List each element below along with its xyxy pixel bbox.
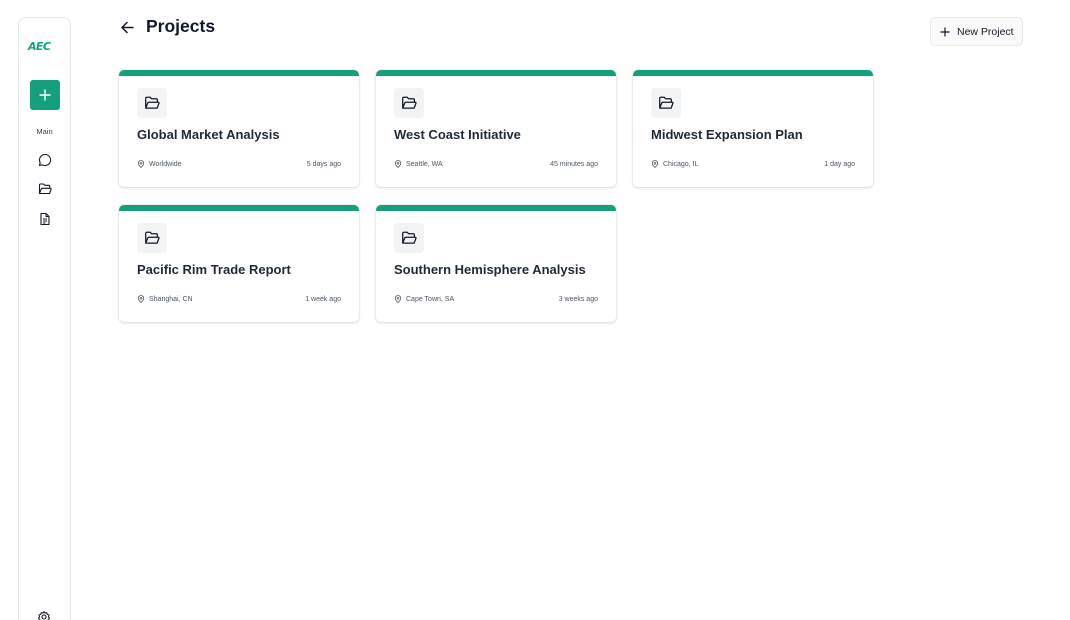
card-accent-bar bbox=[119, 70, 359, 76]
project-card[interactable]: Pacific Rim Trade Report Shanghai, CN 1 … bbox=[119, 205, 359, 322]
project-card[interactable]: West Coast Initiative Seattle, WA 45 min… bbox=[376, 70, 616, 187]
project-title: Southern Hemisphere Analysis bbox=[394, 262, 586, 277]
card-accent-bar bbox=[376, 70, 616, 76]
project-card[interactable]: Global Market Analysis Worldwide 5 days … bbox=[119, 70, 359, 187]
map-pin-icon bbox=[137, 295, 145, 303]
sidebar-item-projects[interactable] bbox=[37, 181, 53, 197]
new-project-button[interactable]: New Project bbox=[930, 17, 1023, 46]
folder-open-icon bbox=[38, 183, 52, 195]
project-folder-icon-box bbox=[137, 88, 167, 118]
back-button[interactable] bbox=[119, 19, 136, 36]
folder-open-icon bbox=[145, 231, 160, 244]
project-updated: 5 days ago bbox=[306, 160, 341, 168]
project-card[interactable]: Midwest Expansion Plan Chicago, IL 1 day… bbox=[633, 70, 873, 187]
map-pin-icon bbox=[651, 160, 659, 168]
map-pin-icon bbox=[137, 160, 145, 168]
project-card[interactable]: Southern Hemisphere Analysis Cape Town, … bbox=[376, 205, 616, 322]
project-updated: 3 weeks ago bbox=[558, 295, 598, 303]
chat-icon bbox=[38, 153, 52, 167]
project-folder-icon-box bbox=[651, 88, 681, 118]
project-updated: 1 week ago bbox=[305, 295, 341, 303]
project-meta: Seattle, WA 45 minutes ago bbox=[394, 160, 598, 168]
map-pin-icon bbox=[394, 295, 402, 303]
folder-open-icon bbox=[659, 96, 674, 109]
card-accent-bar bbox=[119, 205, 359, 211]
project-updated: 1 day ago bbox=[824, 160, 855, 168]
project-title: West Coast Initiative bbox=[394, 127, 521, 142]
page-title: Projects bbox=[146, 16, 216, 36]
project-title: Global Market Analysis bbox=[137, 127, 280, 142]
map-pin-icon bbox=[394, 160, 402, 168]
project-meta: Shanghai, CN 1 week ago bbox=[137, 295, 341, 303]
plus-icon bbox=[940, 26, 950, 37]
settings-button[interactable] bbox=[37, 610, 53, 620]
project-meta: Worldwide 5 days ago bbox=[137, 160, 341, 168]
project-location: Worldwide bbox=[137, 160, 182, 168]
project-location-text: Cape Town, SA bbox=[406, 295, 455, 303]
project-location-text: Worldwide bbox=[149, 160, 182, 168]
project-folder-icon-box bbox=[394, 223, 424, 253]
project-location: Seattle, WA bbox=[394, 160, 443, 168]
folder-open-icon bbox=[402, 96, 417, 109]
project-updated: 45 minutes ago bbox=[550, 160, 598, 168]
sidebar-item-chat[interactable] bbox=[37, 152, 53, 168]
sidebar-item-documents[interactable] bbox=[37, 211, 53, 227]
project-folder-icon-box bbox=[394, 88, 424, 118]
project-folder-icon-box bbox=[137, 223, 167, 253]
project-location-text: Shanghai, CN bbox=[149, 295, 193, 303]
project-location-text: Chicago, IL bbox=[663, 160, 699, 168]
project-title: Pacific Rim Trade Report bbox=[137, 262, 291, 277]
gear-icon bbox=[37, 611, 51, 620]
plus-icon bbox=[39, 89, 51, 101]
project-meta: Cape Town, SA 3 weeks ago bbox=[394, 295, 598, 303]
new-project-label: New Project bbox=[957, 25, 1014, 38]
folder-open-icon bbox=[402, 231, 417, 244]
add-button[interactable] bbox=[30, 80, 60, 110]
document-icon bbox=[40, 212, 50, 226]
project-location: Cape Town, SA bbox=[394, 295, 454, 303]
aec-logo[interactable]: AEC bbox=[28, 41, 62, 53]
project-meta: Chicago, IL 1 day ago bbox=[651, 160, 855, 168]
project-location: Chicago, IL bbox=[651, 160, 698, 168]
sidebar-section-label: Main bbox=[36, 127, 53, 136]
arrow-left-icon bbox=[121, 21, 134, 34]
card-accent-bar bbox=[376, 205, 616, 211]
project-title: Midwest Expansion Plan bbox=[651, 127, 803, 142]
card-accent-bar bbox=[633, 70, 873, 76]
project-location-text: Seattle, WA bbox=[406, 160, 443, 168]
folder-open-icon bbox=[145, 96, 160, 109]
project-location: Shanghai, CN bbox=[137, 295, 193, 303]
sidebar: AEC Main bbox=[18, 17, 71, 620]
